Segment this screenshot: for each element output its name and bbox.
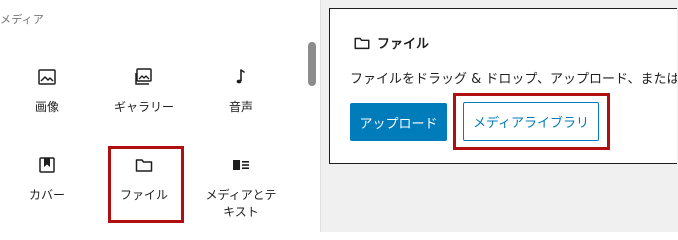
folder-icon <box>353 34 371 52</box>
media-library-button[interactable]: メディアライブラリ <box>463 102 599 141</box>
block-item-cover[interactable]: カバー <box>1 153 93 204</box>
block-label-file: ファイル <box>119 188 168 202</box>
block-label-image: 画像 <box>34 100 59 114</box>
block-item-gallery[interactable]: ギャラリー <box>98 65 190 116</box>
block-item-media-text[interactable]: メディアとテキスト <box>195 153 287 221</box>
inserter-scrollbar[interactable] <box>308 42 316 86</box>
media-text-icon <box>229 153 253 177</box>
upload-button[interactable]: アップロード <box>350 103 447 141</box>
block-item-file[interactable]: ファイル <box>98 153 190 204</box>
block-item-audio[interactable]: 音声 <box>195 65 287 116</box>
category-title-media: メディア <box>0 13 45 26</box>
image-icon <box>35 65 59 89</box>
gallery-icon <box>132 65 156 89</box>
cover-icon <box>35 153 59 177</box>
block-item-image[interactable]: 画像 <box>1 65 93 116</box>
block-label-gallery: ギャラリー <box>113 100 174 114</box>
block-label-cover: カバー <box>28 188 65 202</box>
file-block-instructions: ファイルをドラッグ & ドロップ、アップロード、またはラ <box>350 72 678 87</box>
editor-window: メディア 画像 ギャラリー 音声 カバー ファイル メディアとテキスト ファイル… <box>0 0 678 232</box>
inserter-scrollbar-track <box>306 0 320 232</box>
audio-icon <box>229 65 253 89</box>
block-label-audio: 音声 <box>228 100 253 114</box>
block-label-media-text: メディアとテキスト <box>205 188 277 219</box>
file-block-title: ファイル <box>353 33 429 52</box>
folder-icon <box>132 153 156 177</box>
file-block-title-text: ファイル <box>377 37 430 52</box>
block-inserter-panel: メディア 画像 ギャラリー 音声 カバー ファイル メディアとテキスト <box>0 0 321 232</box>
